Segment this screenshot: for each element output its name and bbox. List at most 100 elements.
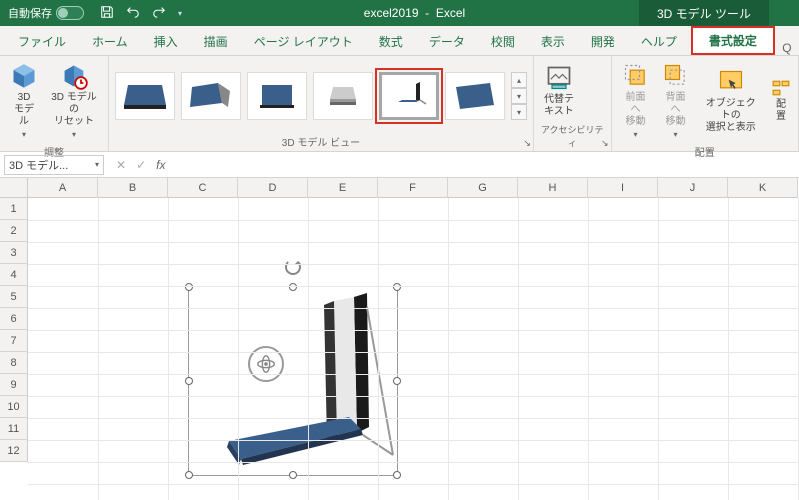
view-6[interactable]: [445, 72, 505, 120]
bring-forward-label: 前面へ 移動: [622, 92, 650, 128]
tab-review[interactable]: 校閲: [479, 27, 527, 55]
tab-format-3d[interactable]: 書式設定: [691, 26, 775, 55]
confirm-icon[interactable]: ✓: [136, 158, 146, 172]
tab-overflow[interactable]: Q: [777, 41, 797, 55]
tab-pagelayout[interactable]: ページ レイアウト: [242, 27, 365, 55]
group-arrange: 前面へ 移動▾ 背面へ 移動▾ オブジェクトの 選択と表示 配置 配置: [612, 56, 799, 151]
3d-model-button[interactable]: 3D モデル ▾: [6, 60, 42, 142]
ribbon-tabs: ファイル ホーム 挿入 描画 ページ レイアウト 数式 データ 校閲 表示 開発…: [0, 26, 799, 56]
gallery-down-icon[interactable]: ▾: [511, 88, 527, 104]
tab-file[interactable]: ファイル: [6, 27, 78, 55]
3d-model-label: 3D モデル: [10, 92, 38, 128]
col-header[interactable]: G: [448, 178, 518, 198]
row-header[interactable]: 2: [0, 220, 28, 242]
col-header[interactable]: D: [238, 178, 308, 198]
undo-icon[interactable]: [126, 5, 140, 22]
3d-model-selection[interactable]: [188, 286, 398, 476]
select-all-corner[interactable]: [0, 178, 28, 198]
view-1[interactable]: [115, 72, 175, 120]
resize-handle-tl[interactable]: [185, 283, 193, 291]
col-header[interactable]: J: [658, 178, 728, 198]
bring-forward-icon: [622, 62, 650, 90]
selection-pane-label: オブジェクトの 選択と表示: [702, 98, 761, 134]
rotate-handle-icon[interactable]: [285, 259, 301, 275]
quick-access-toolbar: ▾: [92, 5, 190, 22]
cube-icon: [10, 62, 38, 90]
resize-handle-bl[interactable]: [185, 471, 193, 479]
row-header[interactable]: 3: [0, 242, 28, 264]
tab-formulas[interactable]: 数式: [367, 27, 415, 55]
col-header[interactable]: K: [728, 178, 798, 198]
document-title: excel2019 - Excel: [190, 6, 639, 20]
tab-developer[interactable]: 開発: [579, 27, 627, 55]
resize-handle-br[interactable]: [393, 471, 401, 479]
cells-area[interactable]: [28, 198, 799, 500]
alt-text-icon: [545, 64, 573, 92]
group-views-label: 3D モデル ビュー: [115, 132, 527, 149]
title-bar: 自動保存 ▾ excel2019 - Excel 3D モデル ツール: [0, 0, 799, 26]
ribbon: 3D モデル ▾ 3D モデルの リセット ▾ 調整 ▴ ▾ ▾ 3D: [0, 56, 799, 152]
gallery-up-icon[interactable]: ▴: [511, 72, 527, 88]
view-2[interactable]: [181, 72, 241, 120]
tab-draw[interactable]: 描画: [192, 27, 240, 55]
col-header[interactable]: A: [28, 178, 98, 198]
alt-text-button[interactable]: 代替テ キスト: [540, 62, 578, 120]
bring-forward-button[interactable]: 前面へ 移動▾: [618, 60, 654, 142]
col-header[interactable]: H: [518, 178, 588, 198]
resize-handle-ml[interactable]: [185, 377, 193, 385]
tab-insert[interactable]: 挿入: [142, 27, 190, 55]
accessibility-launcher-icon[interactable]: ↘: [601, 138, 609, 149]
resize-handle-tr[interactable]: [393, 283, 401, 291]
selection-pane-button[interactable]: オブジェクトの 選択と表示: [698, 66, 765, 136]
qat-dropdown-icon[interactable]: ▾: [178, 9, 182, 18]
fx-icon[interactable]: fx: [156, 158, 165, 172]
tab-home[interactable]: ホーム: [80, 27, 140, 55]
group-accessibility: 代替テ キスト アクセシビリティ ↘: [534, 56, 612, 151]
toggle-off-icon: [56, 6, 84, 20]
send-backward-icon: [662, 62, 690, 90]
cancel-icon[interactable]: ✕: [116, 158, 126, 172]
align-button[interactable]: 配置: [768, 77, 792, 125]
col-header[interactable]: B: [98, 178, 168, 198]
row-header[interactable]: 8: [0, 352, 28, 374]
resize-handle-bm[interactable]: [289, 471, 297, 479]
tab-view[interactable]: 表示: [529, 27, 577, 55]
row-header[interactable]: 1: [0, 198, 28, 220]
col-header[interactable]: I: [588, 178, 658, 198]
col-header[interactable]: F: [378, 178, 448, 198]
view-5-selected[interactable]: [379, 72, 439, 120]
reset-3d-label: 3D モデルの リセット: [50, 92, 98, 128]
view-3[interactable]: [247, 72, 307, 120]
col-header[interactable]: C: [168, 178, 238, 198]
send-backward-label: 背面へ 移動: [662, 92, 690, 128]
gallery-more-icon[interactable]: ▾: [511, 104, 527, 120]
row-header[interactable]: 9: [0, 374, 28, 396]
col-header[interactable]: E: [308, 178, 378, 198]
align-label: 配置: [772, 99, 790, 123]
column-headers: ABCDEFGHIJK: [28, 178, 799, 198]
row-headers: 123456789101112: [0, 198, 28, 462]
tab-help[interactable]: ヘルプ: [629, 27, 689, 55]
worksheet-grid[interactable]: ABCDEFGHIJK 123456789101112: [0, 178, 799, 500]
row-header[interactable]: 7: [0, 330, 28, 352]
row-header[interactable]: 4: [0, 264, 28, 286]
views-launcher-icon[interactable]: ↘: [523, 138, 531, 149]
resize-handle-mr[interactable]: [393, 377, 401, 385]
send-backward-button[interactable]: 背面へ 移動▾: [658, 60, 694, 142]
row-header[interactable]: 12: [0, 440, 28, 462]
save-icon[interactable]: [100, 5, 114, 22]
row-header[interactable]: 10: [0, 396, 28, 418]
resize-handle-tm[interactable]: [289, 283, 297, 291]
view-4[interactable]: [313, 72, 373, 120]
tab-data[interactable]: データ: [417, 27, 477, 55]
reset-3d-button[interactable]: 3D モデルの リセット ▾: [46, 60, 102, 142]
redo-icon[interactable]: [152, 5, 166, 22]
autosave-toggle[interactable]: 自動保存: [0, 5, 92, 21]
cube-reset-icon: [60, 62, 88, 90]
group-arrange-label: 配置: [618, 142, 793, 159]
row-header[interactable]: 5: [0, 286, 28, 308]
alt-text-label: 代替テ キスト: [544, 94, 574, 118]
row-header[interactable]: 6: [0, 308, 28, 330]
row-header[interactable]: 11: [0, 418, 28, 440]
name-box[interactable]: 3D モデル... ▾: [4, 155, 104, 175]
